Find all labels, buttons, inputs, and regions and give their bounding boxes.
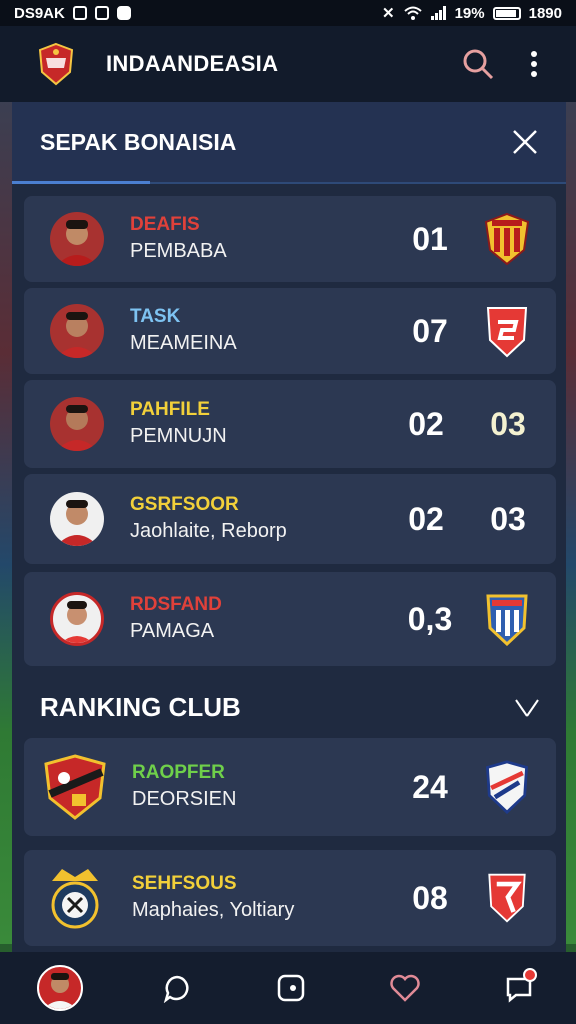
battery-percent: 19% <box>454 4 485 22</box>
clock: 1890 <box>528 4 562 22</box>
status-bar: DS9AK ✕ 19% 1890 <box>0 0 576 26</box>
notification-badge <box>523 968 537 982</box>
player-avatar <box>50 212 104 266</box>
match-card[interactable]: PAHFILE PEMNUJN 02 03 <box>24 380 556 468</box>
match-card[interactable]: DEAFIS PEMBABA 01 <box>24 196 556 282</box>
home-score: 02 <box>408 405 444 442</box>
player-avatar <box>50 492 104 546</box>
away-score: 03 <box>490 500 526 537</box>
club-points: 08 <box>412 879 448 916</box>
player-avatar <box>50 397 104 451</box>
panel-title: SEPAK BONAISIA <box>40 128 237 155</box>
club-badge-icon <box>486 594 528 646</box>
player-name: DEAFIS <box>130 214 200 235</box>
bottom-navigation <box>0 952 576 1024</box>
nav-notifications-button[interactable] <box>499 968 539 1008</box>
notification-icon <box>72 6 87 20</box>
team-name: Jaohlaite, Reborp <box>130 520 287 542</box>
score-value: 0,3 <box>407 600 453 637</box>
club-crest-icon <box>51 869 99 929</box>
club-badge-icon <box>486 307 528 358</box>
close-icon[interactable] <box>512 129 538 155</box>
ranking-card[interactable]: SEHFSOUS Maphaies, Yoltiary 08 <box>24 850 556 946</box>
team-name: PEMNUJN <box>130 425 227 447</box>
club-location: DEORSIEN <box>132 788 237 810</box>
matches-panel: SEPAK BONAISIA DEAFIS PEMBABA 01 TASK ME… <box>12 102 566 952</box>
away-score: 03 <box>490 405 526 442</box>
match-card[interactable]: TASK MEAMEINA 07 <box>24 288 556 374</box>
club-points: 24 <box>412 768 448 805</box>
player-avatar <box>50 592 104 646</box>
gallery-icon <box>94 6 109 20</box>
nav-profile-avatar[interactable] <box>37 965 83 1011</box>
club-location: Maphaies, Yoltiary <box>132 899 295 921</box>
match-card[interactable]: GSRFSOOR Jaohlaite, Reborp 02 03 <box>24 474 556 564</box>
chat-icon <box>163 975 189 1003</box>
app-bar: INDAANDEASIA <box>0 26 576 102</box>
status-left-text: DS9AK <box>14 4 65 22</box>
more-vertical-icon <box>531 51 537 77</box>
club-badge-icon <box>484 212 530 266</box>
team-name: PAMAGA <box>130 620 215 642</box>
team-name: PEMBABA <box>130 240 227 262</box>
player-name: TASK <box>130 306 181 327</box>
club-badge-icon <box>485 760 529 814</box>
search-icon <box>463 49 494 80</box>
collapse-icon[interactable] <box>514 698 540 720</box>
score-value: 01 <box>412 220 448 257</box>
player-name: PAHFILE <box>130 399 210 420</box>
club-crest-icon <box>44 754 106 820</box>
app-logo-icon <box>38 42 74 86</box>
search-button[interactable] <box>458 44 498 84</box>
team-name: MEAMEINA <box>130 332 237 354</box>
battery-icon <box>492 6 521 20</box>
app-title: INDAANDEASIA <box>106 51 279 76</box>
club-name: RAOPFER <box>132 762 225 783</box>
match-card[interactable]: RDSFAND PAMAGA 0,3 <box>24 572 556 666</box>
vibrate-icon: ✕ <box>382 5 395 22</box>
ranking-section-title: RANKING CLUB <box>40 692 241 722</box>
player-name: GSRFSOOR <box>130 494 239 515</box>
club-badge-icon <box>488 873 526 923</box>
nav-favorites-button[interactable] <box>385 968 425 1008</box>
score-value: 07 <box>412 312 448 349</box>
nav-video-button[interactable] <box>271 968 311 1008</box>
ranking-card[interactable]: RAOPFER DEORSIEN 24 <box>24 738 556 836</box>
signal-icon <box>430 6 446 20</box>
app-notification-icon <box>116 6 131 20</box>
nav-chat-button[interactable] <box>157 968 197 1008</box>
tab-underline <box>12 181 150 184</box>
panel-header: SEPAK BONAISIA <box>12 102 566 184</box>
more-options-button[interactable] <box>514 44 554 84</box>
home-score: 02 <box>408 500 444 537</box>
player-name: RDSFAND <box>130 594 222 615</box>
heart-icon <box>390 974 420 1002</box>
player-avatar <box>50 304 104 358</box>
club-name: SEHFSOUS <box>132 873 237 894</box>
wifi-icon <box>403 6 422 20</box>
video-icon <box>277 974 305 1002</box>
